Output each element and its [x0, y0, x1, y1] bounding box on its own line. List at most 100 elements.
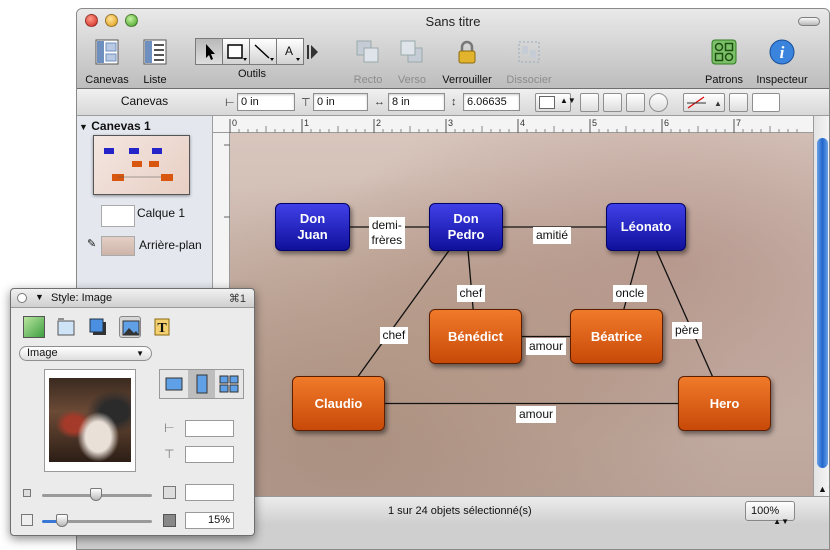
- layer-1-thumbnail: [101, 205, 135, 227]
- line-style-popup[interactable]: ▲: [683, 93, 725, 112]
- stroke-style-icon: [57, 318, 75, 336]
- shadow-style-button[interactable]: [87, 316, 109, 338]
- verrouiller-label: Verrouiller: [442, 74, 492, 86]
- tile-button[interactable]: [215, 370, 243, 398]
- canvas-thumbnail[interactable]: [93, 135, 190, 195]
- y-offset-icon: ⊤: [164, 447, 175, 461]
- node-beatrice[interactable]: Béatrice: [570, 309, 663, 364]
- image-style-button[interactable]: [119, 316, 141, 338]
- inspecteur-toolbar-button[interactable]: i Inspecteur: [751, 37, 813, 86]
- stroke-style-button[interactable]: [55, 316, 77, 338]
- natural-size-icon: [165, 377, 183, 391]
- vertical-scrollbar[interactable]: ▲▼: [813, 116, 829, 496]
- verso-label: Verso: [397, 74, 427, 86]
- connection-label[interactable]: demi- frères: [368, 217, 406, 249]
- scale-slider[interactable]: [42, 488, 152, 501]
- opacity-slider[interactable]: [42, 514, 152, 527]
- connection-label[interactable]: amour: [516, 405, 557, 423]
- shape-style-button[interactable]: [649, 93, 668, 112]
- fill-color-well[interactable]: ▲▼: [535, 93, 576, 112]
- liste-toolbar-button[interactable]: Liste: [135, 37, 175, 86]
- dissocier-toolbar-button[interactable]: Dissocier: [501, 37, 557, 86]
- shadow-button[interactable]: [580, 93, 599, 112]
- node-claudio[interactable]: Claudio: [292, 376, 385, 431]
- width-icon: ↔: [374, 96, 385, 108]
- line-style-icon: ▲: [687, 96, 722, 109]
- opacity-field[interactable]: 15%: [185, 512, 234, 529]
- canevas-toolbar-button[interactable]: Canevas: [83, 37, 131, 86]
- canvas-view-icon: [95, 39, 119, 65]
- patrons-toolbar-button[interactable]: Patrons: [701, 37, 747, 86]
- x-position-field[interactable]: 0 in: [237, 93, 295, 111]
- stroke-button[interactable]: [603, 93, 622, 112]
- ruler-tick-label: 0: [232, 118, 237, 128]
- recto-toolbar-button[interactable]: Recto: [349, 37, 387, 86]
- image-style-icon: [122, 320, 140, 336]
- horizontal-ruler: 0 1 2 3 4 5 6 7: [213, 116, 813, 133]
- y-offset-field[interactable]: [185, 446, 234, 463]
- panel-shortcut: ⌘1: [228, 293, 246, 305]
- image-type-value: Image: [27, 347, 58, 359]
- stretch-icon: [196, 374, 207, 394]
- popup-arrows-icon: ▲▼: [773, 517, 789, 526]
- stretch-button[interactable]: [187, 370, 216, 398]
- width-field[interactable]: 8 in: [388, 93, 445, 111]
- ruler-tick-label: 5: [592, 118, 597, 128]
- y-position-field[interactable]: 0 in: [313, 93, 368, 111]
- background-layer-label[interactable]: Arrière-plan: [139, 238, 202, 252]
- scale-slider-knob[interactable]: [90, 488, 102, 501]
- connection-label[interactable]: chef: [379, 326, 409, 344]
- panel-title-bar: ▼ Style: Image ⌘1: [11, 289, 254, 308]
- panel-disclosure-icon[interactable]: ▼: [35, 292, 44, 302]
- text-style-button[interactable]: T: [151, 316, 173, 338]
- height-field[interactable]: 6.06635: [463, 93, 520, 111]
- y-position-icon: ⊤: [301, 97, 311, 109]
- recto-label: Recto: [353, 74, 383, 86]
- node-leonato[interactable]: Léonato: [606, 203, 686, 251]
- node-don-juan[interactable]: Don Juan: [275, 203, 350, 251]
- node-don-pedro[interactable]: Don Pedro: [429, 203, 503, 251]
- layer-1-label[interactable]: Calque 1: [137, 206, 185, 220]
- drawing-canvas[interactable]: Don Juan Don Pedro Léonato Bénédict Béatrice…: [230, 133, 813, 496]
- x-offset-icon: ⊢: [164, 421, 175, 435]
- zoom-popup[interactable]: 100% ▲▼: [745, 501, 795, 526]
- canvas-item-1[interactable]: ▼ Canevas 1: [79, 119, 151, 133]
- arrow-style-button[interactable]: [729, 93, 748, 112]
- panel-title: Style: Image: [51, 292, 113, 304]
- stencils-icon: [711, 39, 737, 65]
- send-to-back-icon: [400, 40, 423, 63]
- connection-label[interactable]: père: [672, 321, 703, 339]
- connection-label[interactable]: oncle: [612, 284, 648, 302]
- vertical-scroll-thumb[interactable]: [817, 138, 828, 468]
- ruler-tick-label: 7: [736, 118, 741, 128]
- line-width-field[interactable]: [752, 93, 780, 112]
- tile-icon: [219, 375, 239, 393]
- connection-label[interactable]: chef: [456, 284, 486, 302]
- connection-label[interactable]: amitié: [533, 226, 572, 244]
- natural-size-button[interactable]: [160, 370, 188, 398]
- verrouiller-toolbar-button[interactable]: Verrouiller: [435, 37, 499, 86]
- scroll-arrows-icon[interactable]: ▲▼: [818, 484, 829, 494]
- disclosure-triangle-icon[interactable]: ▼: [79, 122, 88, 132]
- title-toolbar: Sans titre Canevas Liste A Outils Recto …: [77, 9, 829, 89]
- verso-toolbar-button[interactable]: Verso: [393, 37, 431, 86]
- image-type-popup[interactable]: Image ▼: [19, 346, 152, 361]
- opacity-slider-knob[interactable]: [56, 514, 68, 527]
- text-style-glyph: T: [157, 321, 167, 336]
- node-hero[interactable]: Hero: [678, 376, 771, 431]
- scale-field[interactable]: [185, 484, 234, 501]
- image-preview: [44, 369, 136, 472]
- toolbar-toggle-button[interactable]: [798, 17, 820, 26]
- ruler-ticks: 0 1 2 3 4 5 6 7: [229, 118, 798, 133]
- ruler-tick-label: 1: [304, 118, 309, 128]
- connection-label[interactable]: amour: [526, 337, 567, 355]
- inspecteur-label: Inspecteur: [756, 74, 808, 86]
- panel-close-button[interactable]: [17, 293, 27, 303]
- selection-status: 1 sur 24 objets sélectionné(s): [388, 505, 532, 517]
- fill-style-button[interactable]: [23, 316, 45, 338]
- small-image-icon: [23, 489, 31, 497]
- patrons-label: Patrons: [705, 74, 743, 86]
- node-benedict[interactable]: Bénédict: [429, 309, 522, 364]
- corner-button[interactable]: [626, 93, 645, 112]
- x-offset-field[interactable]: [185, 420, 234, 437]
